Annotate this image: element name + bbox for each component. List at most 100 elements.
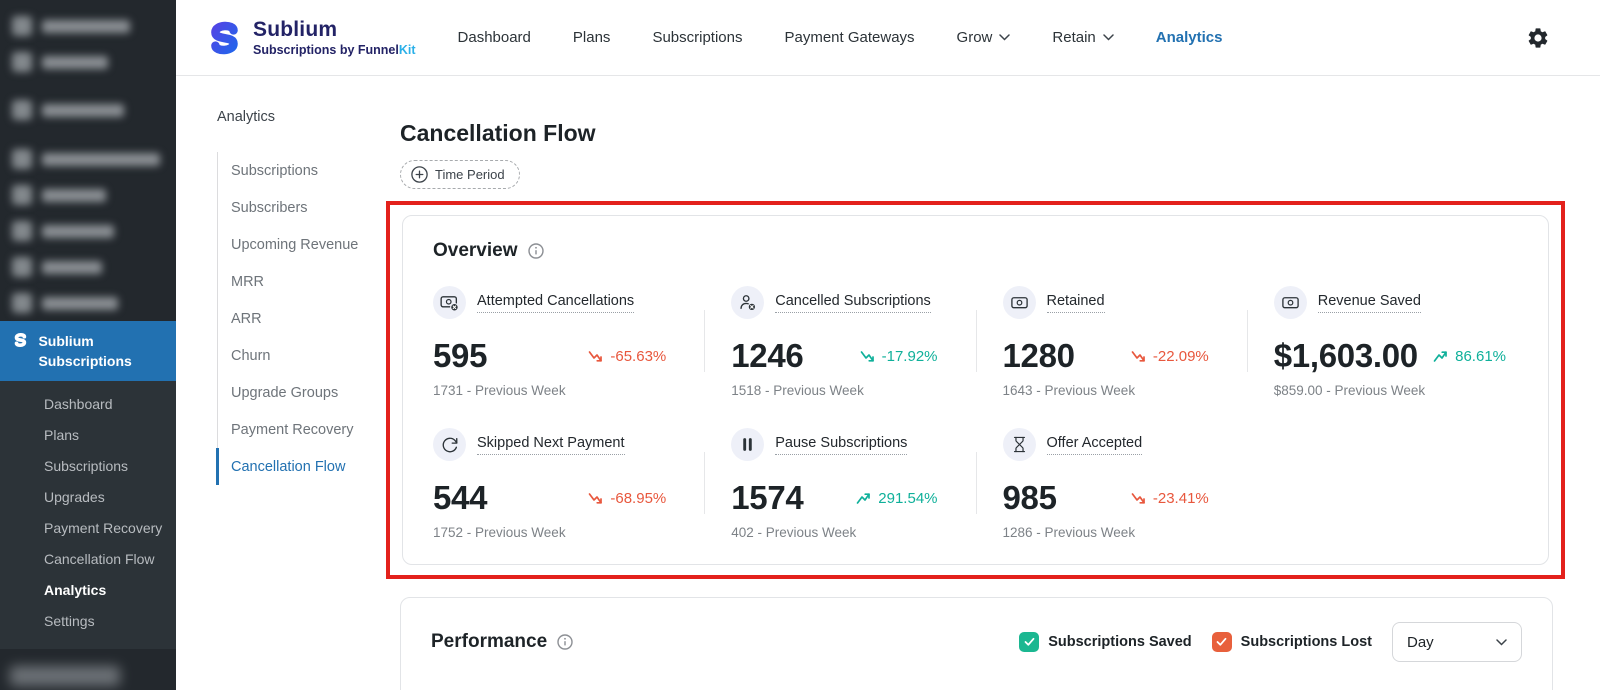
analytics-nav-mrr[interactable]: MRR: [218, 263, 400, 300]
metric-value: 1574: [731, 479, 804, 516]
analytics-nav-cancellation-flow[interactable]: Cancellation Flow: [216, 448, 400, 485]
checkbox-checked-teal[interactable]: [1019, 632, 1040, 652]
granularity-select[interactable]: Day: [1392, 622, 1522, 662]
trend-up-icon: [856, 492, 871, 504]
plugin-menu-label: Sublium Subscriptions: [38, 333, 132, 370]
metric-label[interactable]: Offer Accepted: [1046, 435, 1143, 455]
metric-value: $1,603.00: [1273, 337, 1418, 374]
overview-card: Overview Attempted Cancellations 595 -65…: [402, 215, 1549, 565]
nav-grow[interactable]: Grow: [957, 29, 1011, 46]
chevron-down-icon: [999, 34, 1011, 41]
metric-delta: 86.61%: [1433, 348, 1506, 365]
analytics-nav-subscribers[interactable]: Subscribers: [218, 189, 400, 226]
blurred-menu-item[interactable]: [10, 666, 120, 686]
nav-subscriptions[interactable]: Subscriptions: [652, 29, 742, 46]
metric-label[interactable]: Revenue Saved: [1317, 293, 1421, 313]
analytics-nav-arr[interactable]: ARR: [218, 300, 400, 337]
cash-icon: [1002, 286, 1036, 319]
sublium-logo-icon: [205, 20, 243, 56]
page-title: Cancellation Flow: [400, 120, 596, 146]
metric-label[interactable]: Retained: [1046, 293, 1105, 313]
chevron-down-icon: [1496, 638, 1507, 646]
redo-icon: [433, 428, 466, 461]
annotation-highlight-box: Overview Attempted Cancellations 595 -65…: [386, 201, 1565, 579]
performance-card: Performance Subscriptions Saved Subscrip…: [400, 597, 1553, 690]
header-nav: Dashboard Plans Subscriptions Payment Ga…: [458, 29, 1223, 46]
trend-down-icon: [1131, 492, 1145, 504]
legend-subscriptions-saved[interactable]: Subscriptions Saved: [1019, 632, 1192, 652]
metric-previous: 1731 - Previous Week: [433, 383, 566, 398]
metric-delta: 291.54%: [856, 490, 938, 507]
trend-down-icon: [1131, 350, 1145, 362]
chevron-down-icon: [1103, 34, 1114, 41]
main-column: Sublium Subscriptions by FunnelKit Dashb…: [176, 0, 1600, 690]
cash-icon: [1273, 286, 1307, 319]
nav-payment-gateways[interactable]: Payment Gateways: [784, 29, 914, 46]
legend-subscriptions-lost[interactable]: Subscriptions Lost: [1211, 632, 1372, 652]
metric-value: 1246: [731, 337, 804, 374]
metric-previous: 402 - Previous Week: [731, 525, 857, 540]
trend-down-icon: [589, 350, 603, 362]
metric-delta: -17.92%: [860, 348, 938, 365]
metric-value: 985: [1002, 479, 1057, 516]
info-icon[interactable]: [527, 243, 544, 259]
metric-previous: $859.00 - Previous Week: [1273, 383, 1426, 398]
nav-analytics[interactable]: Analytics: [1156, 29, 1223, 46]
blurred-menu-item[interactable]: [0, 285, 176, 321]
cash-cancel-icon: [433, 286, 466, 319]
metric-pause-subscriptions: Pause Subscriptions 1574 291.54% 402 - P…: [704, 428, 975, 540]
metric-offer-accepted: Offer Accepted 985 -23.41% 1286 - Previo…: [975, 428, 1247, 540]
sublium-logo: Sublium Subscriptions by FunnelKit: [205, 18, 416, 57]
nav-dashboard[interactable]: Dashboard: [458, 29, 531, 46]
info-icon[interactable]: [557, 634, 573, 650]
settings-gear-icon[interactable]: [1526, 26, 1550, 50]
submenu-plans[interactable]: Plans: [0, 420, 176, 451]
submenu-analytics[interactable]: Analytics: [0, 575, 176, 606]
blurred-menu-item[interactable]: [0, 249, 176, 285]
metric-value: 1280: [1002, 337, 1076, 374]
submenu-payment-recovery[interactable]: Payment Recovery: [0, 513, 176, 544]
metric-label[interactable]: Attempted Cancellations: [477, 293, 635, 313]
checkbox-checked-orange[interactable]: [1211, 632, 1232, 652]
plugin-header: Sublium Subscriptions by FunnelKit Dashb…: [176, 0, 1600, 76]
metric-delta: -68.95%: [588, 490, 666, 507]
metric-label[interactable]: Pause Subscriptions: [775, 435, 908, 455]
wp-sidebar-footer: [0, 648, 176, 690]
blurred-menu-item[interactable]: [0, 141, 176, 177]
submenu-dashboard[interactable]: Dashboard: [0, 389, 176, 420]
overview-title: Overview: [433, 240, 518, 261]
metric-label[interactable]: Cancelled Subscriptions: [775, 293, 931, 313]
metric-empty-cell: [1247, 428, 1518, 540]
plus-circle-icon: [411, 166, 428, 183]
brand-tagline: Subscriptions by FunnelKit: [253, 43, 416, 57]
blurred-menu-item[interactable]: [0, 8, 176, 44]
time-period-button[interactable]: Time Period: [400, 160, 520, 189]
brand-name: Sublium: [253, 18, 338, 41]
metric-delta: -22.09%: [1131, 348, 1209, 365]
overview-metrics-grid: Attempted Cancellations 595 -65.63% 1731…: [433, 286, 1518, 540]
hourglass-icon: [1002, 428, 1036, 461]
analytics-nav-subscriptions[interactable]: Subscriptions: [218, 152, 400, 189]
sidebar-item-sublium-subscriptions[interactable]: Sublium Subscriptions: [0, 321, 176, 381]
blurred-menu-item[interactable]: [0, 213, 176, 249]
submenu-cancellation-flow[interactable]: Cancellation Flow: [0, 544, 176, 575]
submenu-settings[interactable]: Settings: [0, 606, 176, 637]
nav-plans[interactable]: Plans: [573, 29, 611, 46]
submenu-upgrades[interactable]: Upgrades: [0, 482, 176, 513]
blurred-menu-item[interactable]: [0, 177, 176, 213]
analytics-nav-churn[interactable]: Churn: [218, 337, 400, 374]
metric-value: 595: [433, 337, 488, 374]
submenu-subscriptions[interactable]: Subscriptions: [0, 451, 176, 482]
blurred-menu-item[interactable]: [0, 44, 176, 80]
analytics-nav-upcoming-revenue[interactable]: Upcoming Revenue: [218, 226, 400, 263]
metric-skipped-next-payment: Skipped Next Payment 544 -68.95% 1752 - …: [433, 428, 704, 540]
metric-label[interactable]: Skipped Next Payment: [477, 435, 625, 455]
metric-attempted-cancellations: Attempted Cancellations 595 -65.63% 1731…: [433, 286, 704, 398]
analytics-nav-upgrade-groups[interactable]: Upgrade Groups: [218, 374, 400, 411]
plugin-submenu: Dashboard Plans Subscriptions Upgrades P…: [0, 380, 176, 649]
wp-admin-menu-blurred: [0, 0, 176, 321]
blurred-menu-item[interactable]: [0, 92, 176, 128]
nav-retain[interactable]: Retain: [1052, 29, 1114, 46]
wp-admin-sidebar: Sublium Subscriptions Dashboard Plans Su…: [0, 0, 176, 690]
analytics-nav-payment-recovery[interactable]: Payment Recovery: [218, 411, 400, 448]
